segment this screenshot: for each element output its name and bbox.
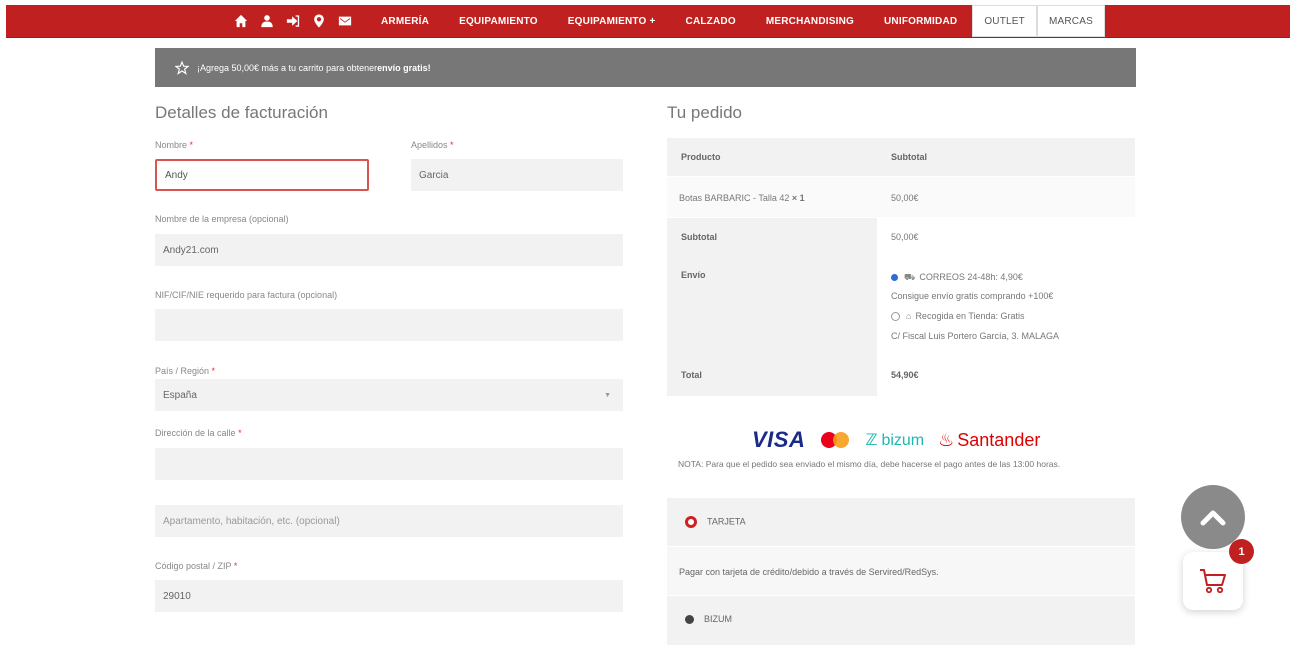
nombre-label: Nombre * [155, 140, 194, 150]
calle-input[interactable] [155, 448, 623, 480]
notice-bold: envío gratis! [377, 62, 431, 73]
nav-equipamiento-plus[interactable]: EQUIPAMIENTO + [553, 5, 671, 37]
col-producto: Producto [681, 152, 721, 162]
calle-label: Dirección de la calle * [155, 428, 242, 438]
cart-icon [1200, 569, 1226, 594]
bizum-logo: ℤbizum [865, 432, 925, 449]
total-value: 54,90€ [891, 370, 919, 380]
total-label: Total [681, 370, 702, 380]
order-product-row: Botas BARBARIC - Talla 42 × 1 50,00€ [667, 177, 1135, 217]
nav-marcas[interactable]: MARCAS [1036, 5, 1105, 37]
col-subtotal: Subtotal [891, 152, 927, 162]
mail-icon[interactable] [332, 5, 358, 37]
payment-note: NOTA: Para que el pedido sea enviado el … [678, 459, 1061, 469]
subtotal-value: 50,00€ [891, 232, 919, 242]
envio-label: Envío [681, 270, 706, 280]
cart-count-badge: 1 [1229, 539, 1254, 564]
shipping-option-correos[interactable]: ⛟ CORREOS 24-48h: 4,90€ [891, 272, 1023, 284]
chevron-down-icon: ▼ [604, 392, 611, 399]
radio-selected[interactable] [891, 274, 898, 282]
apellidos-input[interactable]: Garcia [411, 159, 623, 191]
truck-icon: ⛟ [904, 272, 916, 282]
shipping-address: C/ Fiscal Luis Portero García, 3. MALAGA [891, 331, 1060, 341]
nif-label: NIF/CIF/NIE requerido para factura (opci… [155, 290, 338, 300]
nif-input[interactable] [155, 309, 623, 341]
product-price: 50,00€ [891, 193, 919, 203]
order-totals: Subtotal 50,00€ Envío ⛟ CORREOS 24-48h: 4… [667, 218, 1135, 396]
payment-option-tarjeta[interactable]: TARJETA [667, 498, 1135, 546]
store-icon: ⌂ [906, 311, 912, 321]
chevron-up-icon [1200, 510, 1226, 526]
pais-label: País / Región * [155, 366, 216, 376]
tarjeta-description: Pagar con tarjeta de crédito/debido a tr… [667, 547, 1135, 595]
radio-unselected[interactable] [891, 312, 900, 322]
nav-armeria[interactable]: ARMERÍA [366, 5, 444, 37]
order-title: Tu pedido [667, 103, 742, 122]
user-icon[interactable] [254, 5, 280, 37]
radio-selected[interactable] [685, 516, 697, 528]
top-navbar: ARMERÍA EQUIPAMIENTO EQUIPAMIENTO + CALZ… [6, 5, 1290, 38]
apartamento-input[interactable]: Apartamento, habitación, etc. (opcional) [155, 505, 623, 537]
nav-uniformidad[interactable]: UNIFORMIDAD [869, 5, 972, 37]
order-header-row: Producto Subtotal [667, 138, 1135, 176]
nav-merchandising[interactable]: MERCHANDISING [751, 5, 869, 37]
payment-logos: VISA ℤbizum ♨ Santander [752, 425, 1052, 455]
empresa-label: Nombre de la empresa (opcional) [155, 214, 289, 224]
shipping-option-recogida[interactable]: ⌂ Recogida en Tienda: Gratis [891, 311, 1025, 322]
product-name: Botas BARBARIC - Talla 42 × 1 [679, 193, 805, 203]
billing-title: Detalles de facturación [155, 103, 328, 122]
star-icon [174, 60, 190, 75]
pais-select[interactable]: España ▼ [155, 379, 623, 411]
nav-equipamiento[interactable]: EQUIPAMIENTO [444, 5, 553, 37]
login-icon[interactable] [280, 5, 306, 37]
nav-outlet[interactable]: OUTLET [972, 5, 1037, 37]
cp-label: Código postal / ZIP * [155, 561, 238, 571]
free-shipping-notice: ¡Agrega 50,00€ más a tu carrito para obt… [155, 48, 1136, 87]
shipping-note: Consigue envío gratis comprando +100€ [891, 291, 1054, 301]
mastercard-logo [819, 430, 853, 450]
flame-icon: ♨ [938, 429, 955, 450]
apellidos-label: Apellidos * [411, 140, 454, 150]
payment-option-bizum[interactable]: BIZUM [667, 596, 1135, 645]
cp-input[interactable]: 29010 [155, 580, 623, 612]
empresa-input[interactable]: Andy21.com [155, 234, 623, 266]
visa-logo: VISA [752, 427, 806, 452]
notice-text: ¡Agrega 50,00€ más a tu carrito para obt… [197, 62, 378, 73]
location-icon[interactable] [306, 5, 332, 37]
nombre-input[interactable]: Andy [155, 159, 369, 191]
radio-unselected[interactable] [685, 615, 694, 625]
main-nav: ARMERÍA EQUIPAMIENTO EQUIPAMIENTO + CALZ… [228, 5, 1105, 37]
home-icon[interactable] [228, 5, 254, 37]
subtotal-label: Subtotal [681, 232, 717, 242]
santander-logo: ♨ Santander [938, 429, 1041, 450]
nav-calzado[interactable]: CALZADO [671, 5, 751, 37]
